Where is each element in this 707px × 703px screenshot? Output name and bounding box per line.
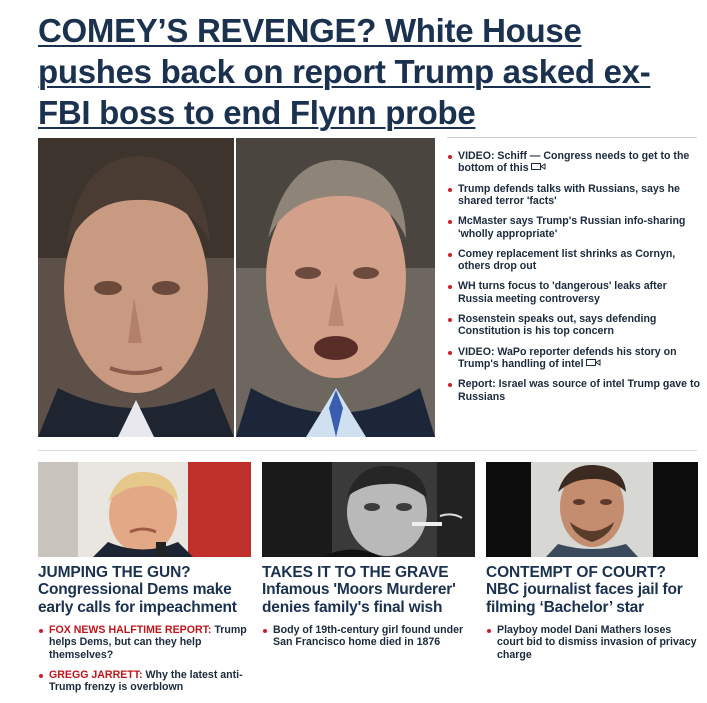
related-link[interactable]: VIDEO: WaPo reporter defends his story o… (447, 346, 702, 371)
hero-photo-right[interactable] (236, 138, 435, 437)
story-headline[interactable]: Congressional Dems make early calls for … (38, 581, 251, 617)
divider (38, 450, 697, 451)
story-link[interactable]: FOX NEWS HALFTIME REPORT: Trump helps De… (38, 624, 251, 661)
story-kicker[interactable]: CONTEMPT OF COURT? (486, 564, 698, 581)
story-thumbnail[interactable] (38, 462, 251, 557)
portrait-photo-icon (38, 138, 234, 437)
related-link[interactable]: Rosenstein speaks out, says defending Co… (447, 313, 702, 338)
story-link[interactable]: Playboy model Dani Mathers loses court b… (486, 624, 698, 661)
portrait-photo-icon (38, 462, 251, 557)
portrait-photo-icon (262, 462, 475, 557)
story-kicker[interactable]: TAKES IT TO THE GRAVE (262, 564, 475, 581)
story-headline[interactable]: NBC journalist faces jail for filming ‘B… (486, 581, 698, 617)
portrait-photo-icon (486, 462, 698, 557)
related-link[interactable]: Comey replacement list shrinks as Cornyn… (447, 248, 702, 273)
story-card: JUMPING THE GUN? Congressional Dems make… (38, 462, 251, 701)
divider (447, 137, 697, 138)
related-link[interactable]: McMaster says Trump's Russian info-shari… (447, 215, 702, 240)
related-link[interactable]: Trump defends talks with Russians, says … (447, 183, 702, 208)
story-card: CONTEMPT OF COURT? NBC journalist faces … (486, 462, 698, 669)
story-link[interactable]: Body of 19th-century girl found under Sa… (262, 624, 475, 649)
story-thumbnail[interactable] (486, 462, 698, 557)
video-camera-icon (585, 358, 601, 370)
main-headline-link[interactable]: COMEY’S REVENGE? White House pushes back… (38, 10, 688, 133)
related-link[interactable]: VIDEO: Schiff — Congress needs to get to… (447, 150, 702, 175)
story-links: Playboy model Dani Mathers loses court b… (486, 624, 698, 661)
related-links-list: VIDEO: Schiff — Congress needs to get to… (447, 150, 702, 411)
story-thumbnail[interactable] (262, 462, 475, 557)
related-link[interactable]: WH turns focus to 'dangerous' leaks afte… (447, 280, 702, 305)
story-card: TAKES IT TO THE GRAVE Infamous 'Moors Mu… (262, 462, 475, 657)
story-links: Body of 19th-century girl found under Sa… (262, 624, 475, 649)
video-camera-icon (530, 162, 546, 174)
story-links: FOX NEWS HALFTIME REPORT: Trump helps De… (38, 624, 251, 693)
related-link[interactable]: Report: Israel was source of intel Trump… (447, 378, 702, 403)
story-headline[interactable]: Infamous 'Moors Murderer' denies family'… (262, 581, 475, 617)
story-link[interactable]: GREGG JARRETT: Why the latest anti-Trump… (38, 669, 251, 694)
hero-photo-left[interactable] (38, 138, 234, 437)
portrait-photo-icon (236, 138, 435, 437)
story-kicker[interactable]: JUMPING THE GUN? (38, 564, 251, 581)
